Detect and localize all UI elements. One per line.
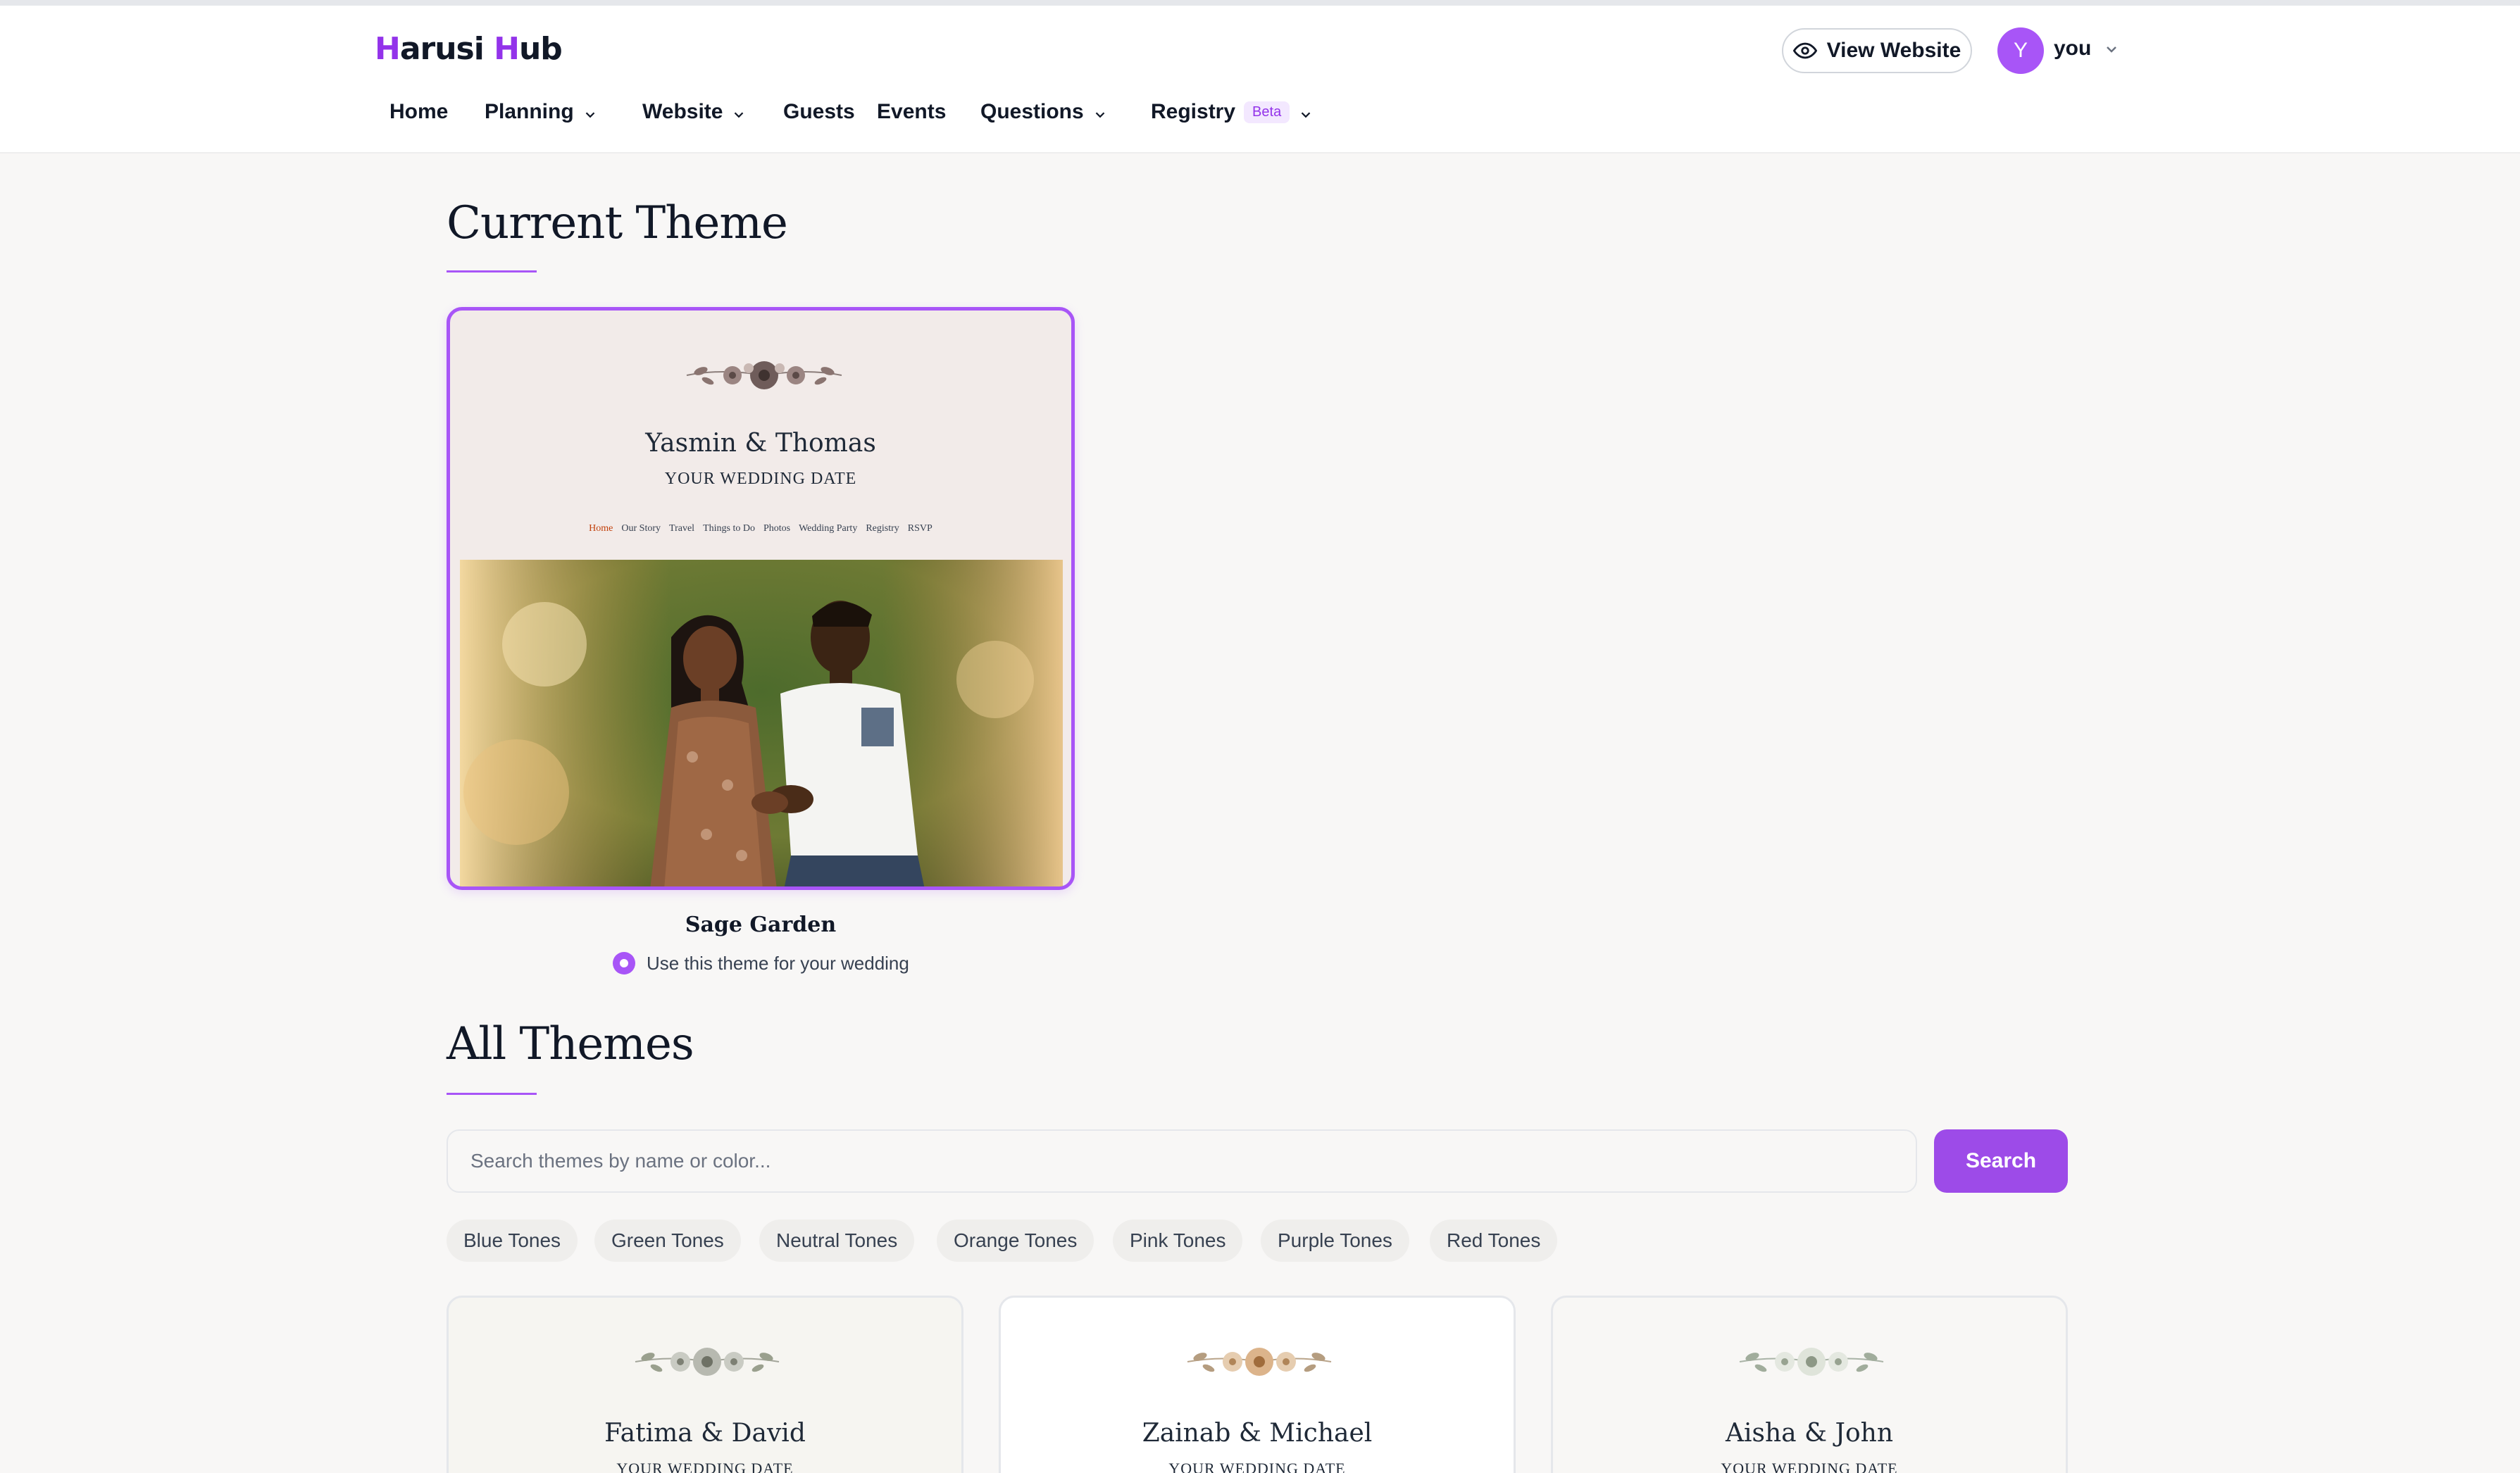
chevron-down-icon — [731, 104, 747, 120]
current-theme-heading: Current Theme — [447, 197, 788, 249]
preview-wedding-date: YOUR WEDDING DATE — [664, 470, 857, 488]
nav-item-website[interactable]: Website — [642, 100, 747, 124]
search-button[interactable]: Search — [1934, 1129, 2068, 1193]
preview-couple-names: Yasmin & Thomas — [645, 429, 876, 458]
floral-ornament-icon — [680, 354, 849, 396]
filter-neutral-tones[interactable]: Neutral Tones — [759, 1220, 915, 1262]
harusi-hub-logo[interactable]: Harusi Hub — [375, 31, 563, 67]
preview-nav: Home Our Story Travel Things to Do Photo… — [450, 523, 1071, 534]
card-couple-names: Zainab & Michael — [1142, 1419, 1373, 1448]
selected-radio[interactable] — [613, 952, 635, 974]
preview-nav-item: Wedding Party — [799, 523, 858, 534]
current-theme-name: Sage Garden — [685, 913, 837, 937]
card-wedding-date: YOUR WEDDING DATE — [616, 1460, 794, 1473]
card-wedding-date: YOUR WEDDING DATE — [1721, 1460, 1898, 1473]
preview-nav-item: Photos — [763, 523, 791, 534]
filter-purple-tones[interactable]: Purple Tones — [1261, 1220, 1409, 1262]
top-header: Harusi Hub View Website Y you Home Plann… — [0, 0, 2520, 153]
preview-nav-item: RSVP — [907, 523, 932, 534]
nav-item-planning[interactable]: Planning — [485, 100, 598, 124]
floral-ornament-icon — [630, 1339, 785, 1385]
filter-blue-tones[interactable]: Blue Tones — [447, 1220, 578, 1262]
nav-item-home[interactable]: Home — [389, 100, 448, 124]
preview-nav-item: Our Story — [621, 523, 661, 534]
nav-item-questions[interactable]: Questions — [980, 100, 1108, 124]
preview-nav-item: Things to Do — [703, 523, 755, 534]
nav-item-guests[interactable]: Guests — [783, 100, 855, 124]
beta-badge: Beta — [1244, 101, 1290, 123]
chevron-down-icon[interactable] — [2103, 41, 2120, 58]
nav-item-events[interactable]: Events — [877, 100, 946, 124]
floral-ornament-icon — [1734, 1339, 1889, 1385]
card-couple-names: Aisha & John — [1725, 1419, 1894, 1448]
heading-underline — [447, 1093, 537, 1095]
user-name[interactable]: you — [2054, 37, 2091, 61]
all-themes-heading: All Themes — [447, 1018, 694, 1070]
floral-ornament-icon — [1182, 1339, 1337, 1385]
eye-icon — [1792, 39, 1817, 63]
view-website-button[interactable]: View Website — [1782, 28, 1972, 73]
theme-search-input[interactable] — [447, 1129, 1917, 1193]
preview-nav-item: Home — [589, 523, 613, 534]
couple-photo — [460, 560, 1063, 886]
current-theme-preview-card[interactable]: Yasmin & Thomas YOUR WEDDING DATE Home O… — [447, 307, 1075, 890]
nav-item-registry[interactable]: Registry Beta — [1151, 100, 1314, 124]
theme-card-fatima-david[interactable]: Fatima & David YOUR WEDDING DATE — [447, 1296, 963, 1473]
filter-orange-tones[interactable]: Orange Tones — [937, 1220, 1094, 1262]
filter-red-tones[interactable]: Red Tones — [1430, 1220, 1558, 1262]
preview-nav-item: Registry — [866, 523, 899, 534]
chevron-down-icon — [582, 104, 598, 120]
filter-pink-tones[interactable]: Pink Tones — [1113, 1220, 1243, 1262]
chevron-down-icon — [1298, 104, 1314, 120]
user-avatar[interactable]: Y — [1997, 27, 2044, 74]
filter-green-tones[interactable]: Green Tones — [594, 1220, 741, 1262]
use-theme-label: Use this theme for your wedding — [647, 952, 909, 974]
preview-nav-item: Travel — [669, 523, 695, 534]
theme-card-aisha-john[interactable]: Aisha & John YOUR WEDDING DATE — [1551, 1296, 2068, 1473]
use-theme-option[interactable]: Use this theme for your wedding — [613, 952, 909, 974]
theme-card-zainab-michael[interactable]: Zainab & Michael YOUR WEDDING DATE — [999, 1296, 1516, 1473]
heading-underline — [447, 270, 537, 272]
card-couple-names: Fatima & David — [604, 1419, 806, 1448]
card-wedding-date: YOUR WEDDING DATE — [1168, 1460, 1346, 1473]
chevron-down-icon — [1092, 104, 1108, 120]
